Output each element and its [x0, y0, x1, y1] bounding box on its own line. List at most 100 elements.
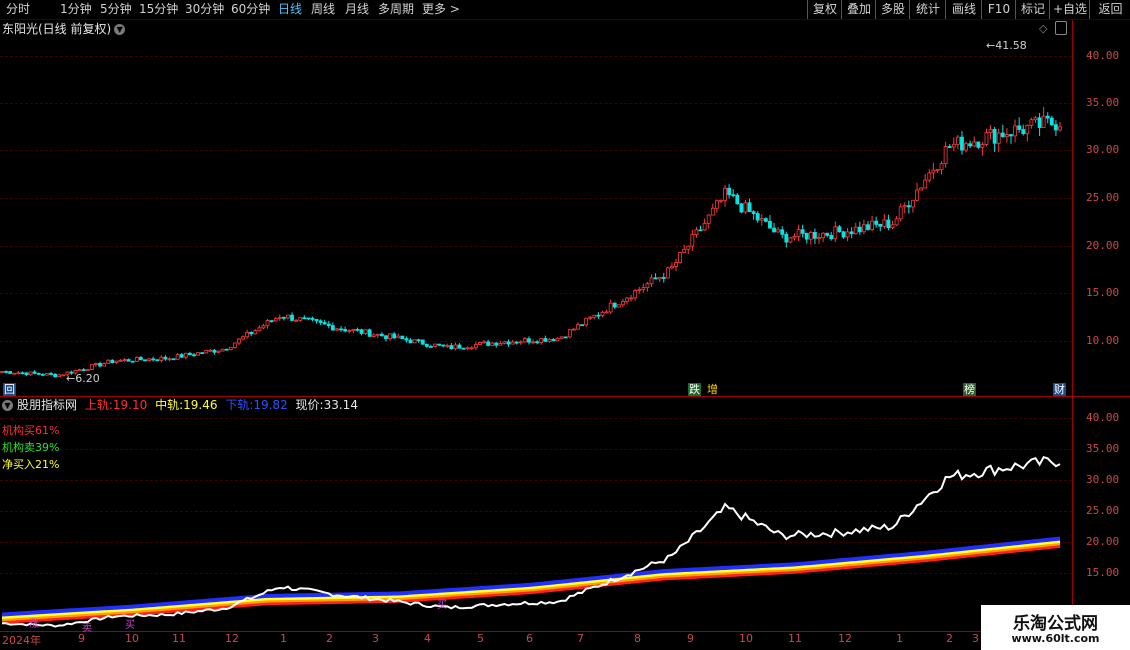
candle-body	[16, 372, 21, 375]
candle-body	[8, 371, 13, 374]
candle-body	[232, 342, 237, 348]
candle-body	[551, 338, 556, 342]
candle-body	[171, 358, 176, 361]
candle-body	[1025, 124, 1030, 134]
candle-body	[290, 314, 294, 321]
settings-icon[interactable]	[1055, 21, 1067, 35]
candle-body	[506, 341, 511, 345]
candle-body	[40, 373, 45, 376]
candle-body	[567, 329, 572, 338]
candle-body	[302, 317, 307, 320]
candle-body	[379, 333, 384, 337]
candle-body	[420, 339, 425, 345]
marker-hui[interactable]: 回	[3, 383, 16, 396]
candle-body	[1004, 134, 1009, 138]
candle-body	[898, 206, 903, 220]
x-axis-label: 2	[946, 632, 953, 645]
x-axis-label: 5	[477, 632, 484, 645]
candle-body	[53, 373, 58, 378]
candle-body	[612, 302, 617, 308]
candle-body	[763, 218, 768, 222]
candle-body	[964, 143, 968, 151]
candle-body	[261, 325, 266, 329]
lower-band-label: 下轨:	[225, 398, 254, 412]
candle-body	[951, 143, 956, 148]
candle-body	[657, 277, 662, 280]
x-axis-label: 2024年	[2, 634, 41, 647]
candle-body	[81, 369, 86, 372]
candle-body	[535, 341, 540, 344]
candle-body	[800, 229, 805, 234]
candle-body	[224, 348, 229, 351]
candle-body	[351, 328, 356, 331]
candle-body	[829, 235, 834, 240]
candle-body	[253, 330, 258, 335]
candle-body	[204, 350, 209, 354]
candle-body	[723, 187, 727, 201]
candle-body	[494, 342, 499, 346]
x-axis-label: 9	[687, 632, 694, 645]
candle-body	[0, 371, 4, 373]
marker-bang[interactable]: 榜	[963, 383, 976, 396]
candle-body	[77, 369, 82, 372]
candle-body	[249, 331, 254, 335]
marker-cai[interactable]: 财	[1053, 383, 1066, 396]
candle-body	[122, 359, 127, 361]
candle-body	[339, 328, 343, 331]
candle-body	[412, 339, 417, 344]
candle-body	[600, 311, 605, 316]
candle-body	[968, 143, 973, 147]
candle-body	[200, 352, 205, 355]
candle-body	[49, 373, 53, 375]
candle-body	[1058, 126, 1062, 131]
candle-body	[845, 231, 850, 238]
x-axis-label: 12	[225, 632, 239, 645]
candle-body	[1029, 119, 1034, 126]
candle-body	[167, 358, 172, 361]
candle-body	[919, 187, 924, 191]
candle-body	[396, 335, 401, 339]
candle-body	[388, 333, 392, 340]
low-price-label: ←6.20	[66, 372, 100, 385]
candle-body	[138, 357, 143, 361]
x-axis-label: 4	[424, 632, 431, 645]
candle-body	[576, 324, 580, 330]
candle-body	[134, 357, 139, 362]
candle-body	[498, 343, 503, 346]
candle-body	[1054, 124, 1058, 131]
candle-body	[608, 302, 613, 313]
candle-body	[853, 226, 858, 235]
x-axis-label: 6	[526, 632, 533, 645]
candle-body	[943, 146, 948, 165]
candle-body	[862, 224, 866, 233]
x-axis-label: 10	[125, 632, 139, 645]
candle-body	[179, 354, 184, 358]
marker-die[interactable]: 跌	[688, 383, 701, 396]
x-axis-label: 8	[634, 632, 641, 645]
candle-body	[849, 231, 854, 235]
candle-body	[220, 348, 225, 352]
candle-body	[604, 311, 609, 314]
candle-body	[857, 226, 862, 233]
candle-body	[596, 314, 601, 317]
chevron-down-icon[interactable]: ▼	[2, 400, 13, 411]
candle-body	[555, 337, 560, 342]
candle-body	[743, 202, 748, 213]
candle-body	[522, 338, 527, 343]
candle-body	[118, 359, 123, 362]
candle-body	[808, 232, 813, 240]
diamond-icon[interactable]: ◇	[1039, 22, 1047, 35]
candle-body	[89, 364, 94, 370]
candle-body	[277, 316, 282, 319]
candle-body	[457, 344, 462, 349]
candle-body	[163, 356, 168, 360]
marker-zeng[interactable]: 增	[706, 383, 719, 396]
candle-body	[906, 205, 911, 208]
candle-body	[1037, 117, 1042, 128]
candle-body	[1017, 125, 1022, 130]
candle-body	[343, 328, 348, 332]
candle-body	[804, 232, 809, 240]
x-axis-label: 1	[280, 632, 287, 645]
mid-band-value: 19.46	[183, 398, 218, 412]
candle-body	[923, 179, 928, 189]
